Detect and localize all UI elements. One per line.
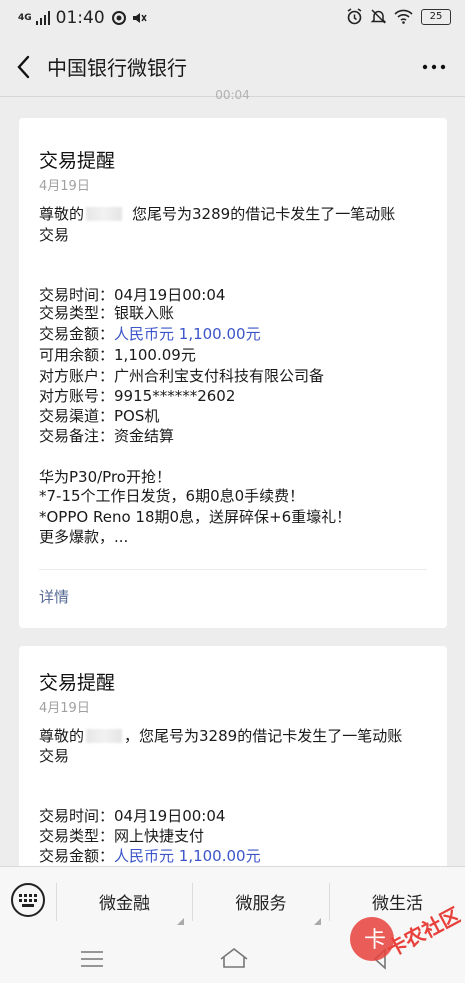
greeting-line: 尊敬的 您尾号为3289的借记卡发生了一笔动账 — [39, 204, 395, 225]
field-row: 交易备注：资金结算 — [39, 426, 174, 447]
battery-icon: 25 — [421, 8, 451, 25]
field-value: 04月19日00:04 — [114, 807, 226, 825]
detail-link[interactable]: 详情 — [39, 586, 69, 607]
greeting-prefix: 尊敬的 — [39, 727, 85, 745]
signal-icon — [35, 11, 50, 25]
card-title: 交易提醒 — [39, 672, 116, 694]
field-label: 交易金额： — [39, 325, 115, 343]
chevron-left-icon — [17, 55, 30, 79]
blurred-name — [86, 207, 123, 221]
menu-item-wei-finance[interactable]: 微金融 — [57, 867, 192, 935]
field-value: 04月19日00:04 — [114, 286, 226, 304]
status-bar: 4G 01:40 25 — [0, 0, 465, 38]
promo-line: 华为P30/Pro开抢！ — [39, 468, 171, 486]
field-label: 交易时间： — [39, 807, 115, 825]
submenu-indicator-icon — [177, 918, 184, 925]
field-label: 交易金额： — [39, 847, 115, 865]
field-value: 广州合利宝支付科技有限公司备 — [114, 367, 325, 385]
greeting-suffix: ，您尾号为3289的借记卡发生了一笔动账 — [124, 727, 403, 745]
card-date: 4月19日 — [39, 701, 90, 716]
field-label: 可用余额： — [39, 346, 115, 364]
card-date: 4月19日 — [39, 179, 90, 194]
promo-line: 更多爆款，... — [39, 528, 129, 546]
field-value: 银联入账 — [114, 304, 175, 322]
message-card[interactable]: 交易提醒 4月19日 尊敬的 您尾号为3289的借记卡发生了一笔动账 交易 交易时… — [19, 118, 447, 628]
field-label: 交易时间： — [39, 286, 115, 304]
back-button[interactable] — [12, 52, 38, 82]
amount-value: 人民币元 1,100.00元 — [114, 325, 261, 343]
promo-line: *7-15个工作日发货，6期0息0手续费！ — [39, 487, 305, 505]
field-row: 交易时间：04月19日00:04 — [39, 806, 225, 827]
field-row: 交易金额：人民币元 1,100.00元 — [39, 324, 261, 345]
mute-icon — [132, 13, 147, 23]
keyboard-toggle-button[interactable] — [10, 882, 46, 918]
keyboard-icon — [11, 883, 45, 917]
blurred-name — [86, 729, 123, 743]
field-row: 交易类型：网上快捷支付 — [39, 826, 204, 847]
more-dots-icon — [422, 64, 446, 70]
field-value: 9915******2602 — [114, 387, 236, 405]
alarm-icon — [347, 8, 362, 25]
field-row: 交易金额：人民币元 1,100.00元 — [39, 846, 261, 867]
field-row: 对方账户：广州合利宝支付科技有限公司备 — [39, 366, 324, 387]
field-label: 交易类型： — [39, 827, 115, 845]
field-row: 交易渠道：POS机 — [39, 406, 159, 427]
greeting-suffix: 您尾号为3289的借记卡发生了一笔动账 — [132, 205, 396, 223]
greeting-line: 尊敬的 ，您尾号为3289的借记卡发生了一笔动账 — [39, 726, 402, 747]
network-indicator: 4G — [18, 12, 32, 23]
status-time: 01:40 — [55, 8, 105, 28]
field-value: 资金结算 — [114, 427, 175, 445]
greeting-line2: 交易 — [39, 226, 70, 244]
field-value: 1,100.09元 — [114, 346, 196, 364]
silent-bell-icon — [370, 9, 387, 24]
greeting-prefix: 尊敬的 — [39, 205, 85, 223]
field-value: POS机 — [114, 407, 160, 425]
field-label: 交易类型： — [39, 304, 115, 322]
menu-item-wei-service[interactable]: 微服务 — [193, 867, 329, 935]
status-right: 25 — [339, 8, 451, 25]
greeting-line2: 交易 — [39, 747, 70, 765]
notification-dot-icon — [111, 11, 126, 25]
time-separator: 00:04 — [215, 88, 250, 102]
watermark-shape: 卡 卡农社区 — [350, 903, 464, 962]
home-key-icon[interactable] — [219, 947, 249, 969]
watermark-text: 卡农社区 — [383, 903, 461, 962]
field-label: 交易备注： — [39, 427, 115, 445]
menu-item-label: 微服务 — [235, 893, 287, 914]
submenu-indicator-icon — [314, 918, 321, 925]
menu-key-icon[interactable] — [80, 949, 104, 969]
more-button[interactable] — [421, 52, 447, 82]
promo-line: *OPPO Reno 18期0息，送屏碎保+6重壕礼！ — [39, 508, 352, 526]
field-row: 对方账号：9915******2602 — [39, 386, 235, 407]
field-row: 可用余额：1,100.09元 — [39, 345, 196, 366]
field-row: 交易类型：银联入账 — [39, 303, 174, 324]
field-value: 网上快捷支付 — [114, 827, 205, 845]
status-left: 4G 01:40 — [18, 8, 147, 28]
page-title: 中国银行微银行 — [47, 56, 187, 80]
field-label: 交易渠道： — [39, 407, 115, 425]
field-label: 对方账号： — [39, 387, 115, 405]
card-divider — [39, 569, 427, 570]
card-title: 交易提醒 — [39, 150, 116, 172]
field-label: 对方账户： — [39, 367, 115, 385]
watermark-logo: 卡 卡农社区 — [346, 895, 464, 975]
amount-value: 人民币元 1,100.00元 — [114, 847, 261, 865]
wifi-icon — [394, 9, 413, 24]
menu-item-label: 微金融 — [99, 893, 150, 914]
